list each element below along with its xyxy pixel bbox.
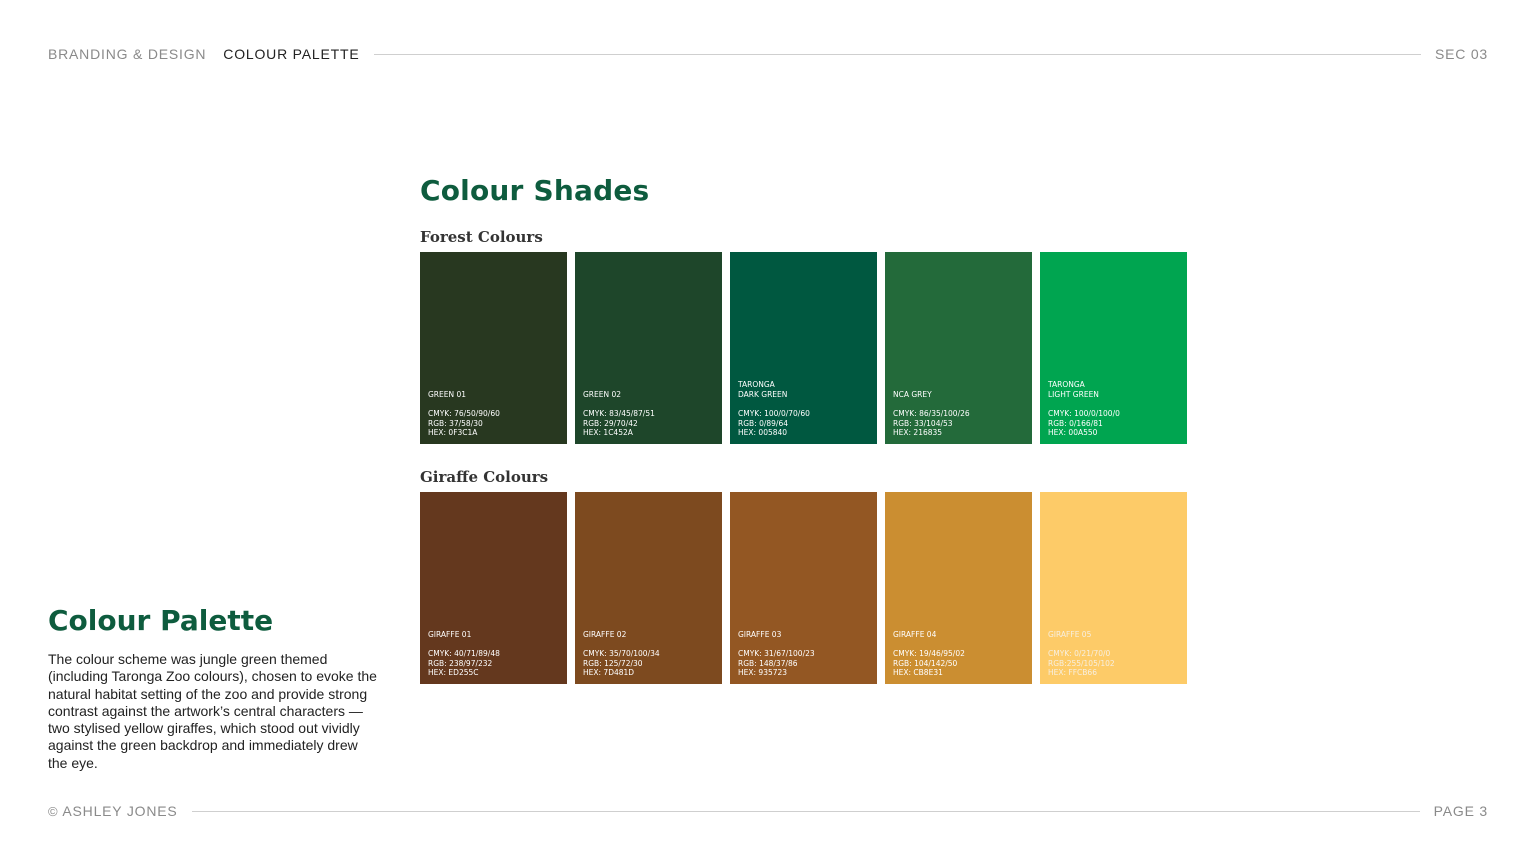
swatch-cmyk: CMYK: 100/0/100/0 xyxy=(1048,409,1120,419)
swatch-hex: HEX: ED255C xyxy=(428,668,479,678)
swatch-name: GREEN 02 xyxy=(583,389,622,399)
swatch-cmyk: CMYK: 40/71/89/48 xyxy=(428,649,500,659)
swatch-rgb: RGB: 0/89/64 xyxy=(738,418,788,428)
breadcrumb-section: BRANDING & DESIGN xyxy=(48,46,207,62)
swatch-hex: HEX: 0F3C1A xyxy=(428,428,478,438)
swatch-rgb: RGB: 238/97/232 xyxy=(428,658,493,668)
swatch-info: GREEN 01 CMYK: 76/50/90/60 RGB: 37/58/30 HE… xyxy=(428,390,500,438)
swatch-cmyk: CMYK: 86/35/100/26 xyxy=(893,409,970,419)
swatch-hex: HEX: 00A550 xyxy=(1048,428,1098,438)
swatch-info: GIRAFFE 01 CMYK: 40/71/89/48 RGB: 238/97/2… xyxy=(428,630,500,678)
page-number: PAGE 3 xyxy=(1433,803,1488,819)
swatch-info: GIRAFFE 04 CMYK: 19/46/95/02 RGB: 104/142/… xyxy=(893,630,965,678)
swatch-info: GIRAFFE 03 CMYK: 31/67/100/23 RGB: 148/37/… xyxy=(738,630,815,678)
colour-swatch: GIRAFFE 04 CMYK: 19/46/95/02 RGB: 104/142/… xyxy=(885,492,1032,684)
swatch-name: GIRAFFE 05 xyxy=(1048,629,1092,639)
swatch-hex: HEX: 935723 xyxy=(738,668,788,678)
colour-swatch: GIRAFFE 02 CMYK: 35/70/100/34 RGB: 125/72/… xyxy=(575,492,722,684)
colour-swatch: GIRAFFE 05 CMYK: 0/21/70/0 RGB:255/105/102… xyxy=(1040,492,1187,684)
swatch-cmyk: CMYK: 100/0/70/60 xyxy=(738,409,810,419)
swatch-name: GREEN 01 xyxy=(428,389,467,399)
swatch-rgb: RGB: 125/72/30 xyxy=(583,658,643,668)
swatch-cmyk: CMYK: 76/50/90/60 xyxy=(428,409,500,419)
author-credit: © ASHLEY JONES xyxy=(48,803,178,819)
colour-swatch: NCA GREY CMYK: 86/35/100/26 RGB: 33/104/53… xyxy=(885,252,1032,444)
giraffe-colours-heading: Giraffe Colours xyxy=(420,468,549,486)
swatch-name: GIRAFFE 02 xyxy=(583,629,627,639)
forest-colours-heading: Forest Colours xyxy=(420,228,543,246)
swatch-name: TARONGA LIGHT GREEN xyxy=(1048,380,1099,399)
forest-swatch-row: GREEN 01 CMYK: 76/50/90/60 RGB: 37/58/30 HE… xyxy=(420,252,1187,444)
swatch-hex: HEX: 1C452A xyxy=(583,428,633,438)
colour-swatch: GIRAFFE 01 CMYK: 40/71/89/48 RGB: 238/97/2… xyxy=(420,492,567,684)
header-divider xyxy=(373,53,1421,55)
swatch-rgb: RGB: 37/58/30 xyxy=(428,418,483,428)
swatch-info: GREEN 02 CMYK: 83/45/87/51 RGB: 29/70/42 HE… xyxy=(583,390,655,438)
colour-swatch: TARONGA DARK GREEN CMYK: 100/0/70/60 RGB: … xyxy=(730,252,877,444)
copyright-icon: © xyxy=(48,803,59,819)
swatch-hex: HEX: CB8E31 xyxy=(893,668,943,678)
breadcrumb-current: COLOUR PALETTE xyxy=(223,46,360,62)
section-title: Colour Palette xyxy=(48,604,274,637)
swatch-name: GIRAFFE 04 xyxy=(893,629,937,639)
swatch-cmyk: CMYK: 0/21/70/0 xyxy=(1048,649,1111,659)
swatch-info: TARONGA DARK GREEN CMYK: 100/0/70/60 RGB: … xyxy=(738,380,810,438)
swatch-info: GIRAFFE 05 CMYK: 0/21/70/0 RGB:255/105/102… xyxy=(1048,630,1115,678)
swatch-hex: HEX: 005840 xyxy=(738,428,788,438)
swatch-info: GIRAFFE 02 CMYK: 35/70/100/34 RGB: 125/72/… xyxy=(583,630,660,678)
colour-swatch: GREEN 01 CMYK: 76/50/90/60 RGB: 37/58/30 HE… xyxy=(420,252,567,444)
footer-divider xyxy=(191,810,1420,812)
swatch-name: GIRAFFE 01 xyxy=(428,629,472,639)
giraffe-swatch-row: GIRAFFE 01 CMYK: 40/71/89/48 RGB: 238/97/2… xyxy=(420,492,1187,684)
swatch-cmyk: CMYK: 19/46/95/02 xyxy=(893,649,965,659)
swatch-name: GIRAFFE 03 xyxy=(738,629,782,639)
section-number: SEC 03 xyxy=(1434,46,1488,62)
author-name: ASHLEY JONES xyxy=(62,803,178,819)
swatch-cmyk: CMYK: 31/67/100/23 xyxy=(738,649,815,659)
swatch-rgb: RGB: 33/104/53 xyxy=(893,418,953,428)
swatch-rgb: RGB: 104/142/50 xyxy=(893,658,958,668)
swatch-info: TARONGA LIGHT GREEN CMYK: 100/0/100/0 RGB:… xyxy=(1048,380,1120,438)
page-header: BRANDING & DESIGN COLOUR PALETTE SEC 03 xyxy=(48,44,1488,64)
swatch-rgb: RGB:255/105/102 xyxy=(1048,658,1115,668)
swatch-name: TARONGA DARK GREEN xyxy=(738,380,788,399)
swatch-hex: HEX: 216835 xyxy=(893,428,943,438)
swatch-cmyk: CMYK: 35/70/100/34 xyxy=(583,649,660,659)
swatch-hex: HEX: 7D481D xyxy=(583,668,635,678)
page-footer: © ASHLEY JONES PAGE 3 xyxy=(48,801,1488,821)
swatch-cmyk: CMYK: 83/45/87/51 xyxy=(583,409,655,419)
swatch-rgb: RGB: 148/37/86 xyxy=(738,658,798,668)
section-description: The colour scheme was jungle green theme… xyxy=(48,651,377,771)
colour-swatch: GIRAFFE 03 CMYK: 31/67/100/23 RGB: 148/37/… xyxy=(730,492,877,684)
swatch-rgb: RGB: 29/70/42 xyxy=(583,418,638,428)
swatch-info: NCA GREY CMYK: 86/35/100/26 RGB: 33/104/53… xyxy=(893,390,970,438)
swatch-hex: HEX: FFCB66 xyxy=(1048,668,1097,678)
page-title: Colour Shades xyxy=(420,174,650,207)
swatch-name: NCA GREY xyxy=(893,389,932,399)
colour-swatch: GREEN 02 CMYK: 83/45/87/51 RGB: 29/70/42 HE… xyxy=(575,252,722,444)
swatch-rgb: RGB: 0/166/81 xyxy=(1048,418,1103,428)
colour-swatch: TARONGA LIGHT GREEN CMYK: 100/0/100/0 RGB:… xyxy=(1040,252,1187,444)
